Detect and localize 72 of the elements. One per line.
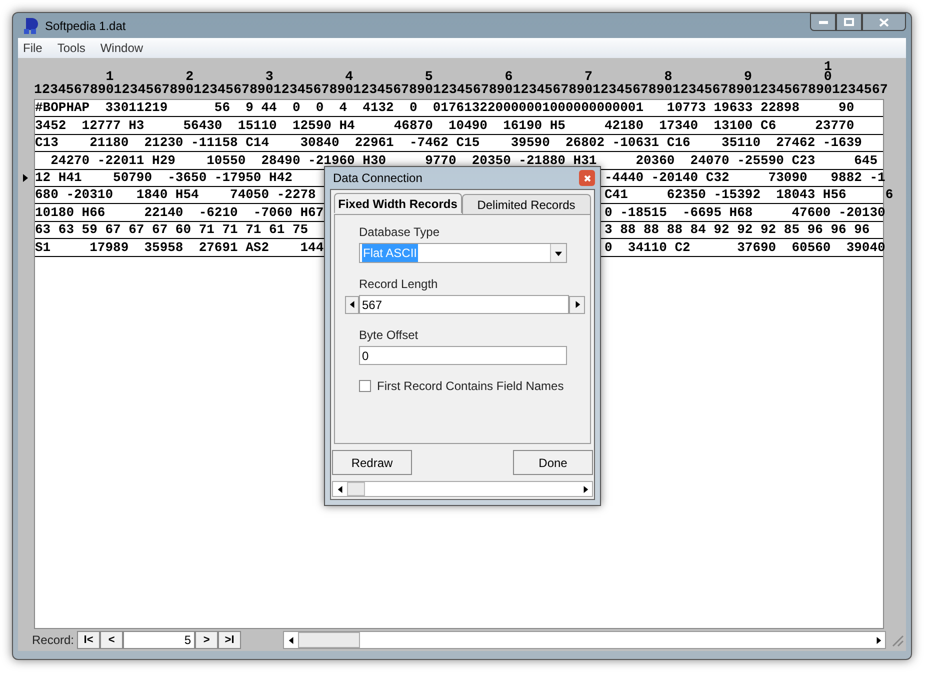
record-number-field[interactable]: 5: [123, 631, 196, 649]
field-label: Record Length: [359, 276, 439, 293]
menu-item[interactable]: Tools: [57, 39, 86, 57]
scrollbar-thumb[interactable]: [347, 482, 365, 496]
ruler-digit: 1: [824, 62, 832, 72]
record-text: 12 H41 50790 -3650 -17950 H42: [35, 170, 292, 186]
close-button[interactable]: [862, 13, 906, 31]
dialog-title: Data Connection: [333, 170, 422, 187]
ruler-digit: 3: [265, 72, 274, 82]
right-arrow-icon: [874, 636, 882, 644]
ruler-digit: 6: [504, 72, 513, 82]
horizontal-scrollbar[interactable]: [332, 481, 593, 497]
field-label: Database Type: [359, 224, 441, 241]
record-text: -4440 -20140 C32 73090 9882 -1: [604, 170, 886, 186]
record-nav-button[interactable]: >I: [218, 631, 242, 649]
record-text: 10180 H66 22140 -6210 -7060 H67: [35, 204, 324, 220]
ruler-digit: 8: [664, 72, 672, 82]
record-label: Record:: [32, 632, 74, 649]
record-text: C13 21180 21230 -11158 C14 30840 22961 -7462 C15 39590 26802 -10631 C16 35110 27462 -1639: [35, 135, 862, 150]
minimize-icon: [818, 20, 828, 24]
down-arrow-icon: [555, 250, 562, 256]
record-text: 680 -20310 1840 H54 74050 -2278: [35, 187, 316, 202]
select-value: Flat ASCII: [362, 244, 418, 262]
record-text: C41 62350 -15392 18043 H56 6: [604, 187, 894, 202]
record-nav-button[interactable]: >: [195, 631, 218, 649]
close-icon: [584, 174, 590, 182]
record-nav-button[interactable]: <: [100, 631, 124, 649]
record-text: 63 63 59 67 67 67 60 71 71 71 61 75: [35, 222, 308, 238]
record-text: 24270 -22011 H29 10550 28490 -21960 H30 9770 20350 -21880 H31 20360 24070 -25590 C23 645: [50, 152, 878, 168]
close-icon: [879, 18, 889, 26]
horizontal-scrollbar[interactable]: [283, 631, 886, 649]
dialog-button[interactable]: Redraw: [332, 450, 412, 475]
record-text: 0 -18515 -6695 H68 47600 -20130: [604, 204, 886, 220]
record-text: 3452 12777 H3 56430 15110 12590 H4 46870 10490 16190 H5 42180 17340 13100 C6 23770: [35, 118, 854, 133]
dialog-tab[interactable]: Fixed Width Records: [334, 193, 462, 213]
input-field[interactable]: 0: [359, 346, 567, 365]
decrement-button[interactable]: [345, 296, 359, 314]
window-title: Softpedia 1.dat: [45, 18, 126, 34]
column-ruler: 12345678901234567890123456789012345678901234567890123456789012345678901234567890123456789012345678901234567: [34, 82, 888, 98]
app-logo-icon: [22, 16, 40, 34]
ruler-digit: 1: [106, 72, 114, 82]
field-label: Byte Offset: [359, 327, 420, 344]
dialog-button[interactable]: Done: [513, 450, 593, 475]
ruler-digit: 9: [744, 72, 752, 82]
maximize-button[interactable]: [836, 13, 862, 31]
left-arrow-icon: [348, 301, 356, 308]
dialog-tab[interactable]: Delimited Records: [462, 194, 591, 214]
ruler-digit: 2: [186, 72, 194, 82]
menu-item[interactable]: Window: [100, 39, 144, 57]
dropdown-button[interactable]: [550, 244, 566, 262]
minimize-button[interactable]: [810, 13, 836, 31]
scrollbar-thumb[interactable]: [298, 632, 360, 648]
right-arrow-icon: [582, 486, 588, 492]
maximize-icon: [844, 18, 854, 26]
increment-button[interactable]: [569, 296, 585, 314]
left-arrow-icon: [336, 486, 344, 492]
right-arrow-icon: [574, 301, 580, 308]
input-field[interactable]: 567: [359, 295, 569, 314]
record-text: #BOPHAP 33011219 56 9 44 0 0 4 4132 0 017613220000001000000000001 10773 19633 22898 90: [35, 100, 854, 116]
record-nav-button[interactable]: I<: [77, 631, 100, 649]
checkbox-label: First Record Contains Field Names: [377, 378, 564, 395]
ruler-digit: 7: [584, 72, 592, 82]
record-text: 0 34110 C2 37690 60560 39040: [604, 240, 886, 255]
record-text: 3 88 88 88 84 92 92 92 85 96 96 96: [604, 222, 870, 238]
menu-item[interactable]: File: [23, 39, 42, 57]
checkbox[interactable]: [359, 380, 371, 392]
record-text: S1 17989 35958 27691 AS2 144: [35, 240, 324, 255]
ruler-digit: 0: [824, 72, 832, 82]
resize-grip-icon: [890, 633, 904, 647]
ruler-digit: 5: [424, 72, 433, 82]
ruler-digit: 4: [345, 72, 354, 82]
left-arrow-icon: [288, 636, 295, 644]
